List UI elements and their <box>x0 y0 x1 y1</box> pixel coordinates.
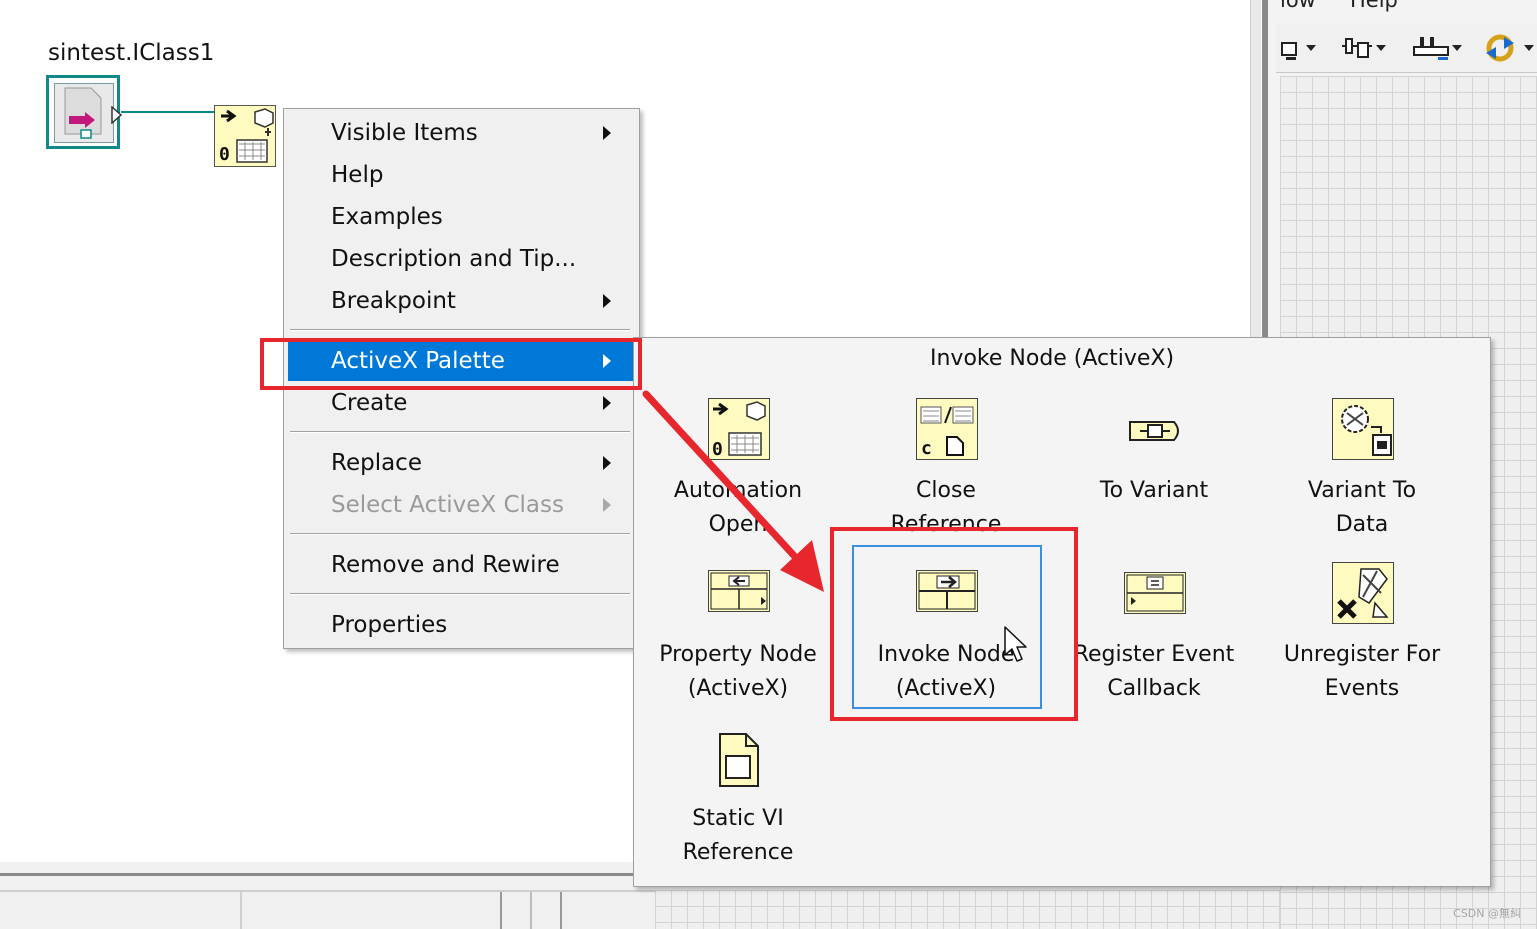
annotation-highlight-invoke-node <box>830 527 1078 721</box>
to-variant-palette-icon[interactable] <box>1128 418 1184 448</box>
submenu-arrow-icon <box>603 498 611 512</box>
menu-item-label: Help <box>331 162 384 188</box>
menu-item-help[interactable]: Help <box>288 155 633 195</box>
resize-objects-icon <box>1413 37 1462 60</box>
menu-item-label: Breakpoint <box>331 288 456 314</box>
palette-item-unregister-for-events[interactable]: Unregister For Events <box>1262 638 1462 706</box>
automation-open-node[interactable]: 0 <box>214 105 276 167</box>
submenu-arrow-icon <box>603 294 611 308</box>
palette-item-to-variant[interactable]: To Variant <box>1054 474 1254 508</box>
submenu-arrow-icon <box>603 456 611 470</box>
menu-separator <box>290 329 630 331</box>
scroll-divider <box>530 892 532 929</box>
menu-item-visible-items[interactable]: Visible Items <box>288 113 633 153</box>
activex-refnum-constant[interactable] <box>46 75 123 149</box>
align-objects-icon <box>1281 42 1316 60</box>
palette-item-variant-to-data[interactable]: Variant To Data <box>1262 474 1462 542</box>
register-event-callback-palette-icon[interactable] <box>1124 572 1186 614</box>
menu-help[interactable]: Help <box>1350 0 1398 12</box>
distribute-objects-icon <box>1342 38 1386 58</box>
front-panel-grid-bottom <box>655 890 1280 929</box>
distribute-objects-button[interactable] <box>1338 32 1388 64</box>
scroll-divider <box>560 892 562 929</box>
annotation-arrow-icon <box>642 390 824 592</box>
scroll-divider <box>500 892 502 929</box>
palette-item-label: To Variant <box>1099 478 1209 503</box>
submenu-arrow-icon <box>603 126 611 140</box>
window-frame-shadow <box>1262 0 1268 340</box>
front-panel-toolbar <box>1276 24 1537 73</box>
menu-item-breakpoint[interactable]: Breakpoint <box>288 281 633 321</box>
menu-item-label: Select ActiveX Class <box>331 492 564 518</box>
static-vi-reference-palette-icon[interactable] <box>718 732 760 792</box>
reorder-button[interactable] <box>1482 32 1536 64</box>
palette-item-label: Static VI Reference <box>682 806 794 865</box>
palette-item-label: Register Event Callback <box>1073 642 1235 701</box>
window-frame <box>1250 0 1261 340</box>
front-panel-menubar: low Help <box>1280 0 1537 22</box>
menu-item-description-and-tip[interactable]: Description and Tip... <box>288 239 633 279</box>
svg-text:c: c <box>921 438 932 459</box>
scroll-divider <box>240 892 242 929</box>
class-label: sintest.IClass1 <box>48 40 215 66</box>
annotation-highlight-activex-palette <box>260 338 642 390</box>
refnum-wire[interactable] <box>121 111 217 113</box>
palette-item-property-node-activex[interactable]: Property Node (ActiveX) <box>638 638 838 706</box>
menu-item-label: Examples <box>331 204 443 230</box>
menu-item-label: Replace <box>331 450 422 476</box>
reorder-icon <box>1486 34 1534 62</box>
menu-item-examples[interactable]: Examples <box>288 197 633 237</box>
refnum-icon <box>54 83 114 143</box>
palette-item-label: Variant To Data <box>1307 478 1417 537</box>
close-reference-palette-icon[interactable]: c <box>916 398 978 460</box>
palette-item-register-event-callback[interactable]: Register Event Callback <box>1054 638 1254 706</box>
palette-item-label: Property Node (ActiveX) <box>659 642 817 701</box>
mouse-pointer-icon <box>1004 626 1027 662</box>
palette-item-label: Unregister For Events <box>1283 642 1441 701</box>
menu-separator <box>290 431 630 433</box>
output-terminal-icon <box>111 106 123 124</box>
horizontal-scrollbar-track[interactable] <box>0 873 660 876</box>
menu-item-replace[interactable]: Replace <box>288 443 633 483</box>
submenu-arrow-icon <box>603 396 611 410</box>
menu-window[interactable]: low <box>1280 0 1316 12</box>
menu-item-remove-and-rewire[interactable]: Remove and Rewire <box>288 545 633 585</box>
unregister-for-events-palette-icon[interactable] <box>1332 562 1394 624</box>
automation-open-icon: 0 <box>219 108 274 165</box>
menu-separator <box>290 533 630 535</box>
menu-item-label: Properties <box>331 612 448 638</box>
menu-item-properties[interactable]: Properties <box>288 605 633 645</box>
align-objects-button[interactable] <box>1278 32 1322 64</box>
variant-to-data-palette-icon[interactable] <box>1332 398 1394 460</box>
palette-title: Invoke Node (ActiveX) <box>930 346 1175 371</box>
menu-item-select-activex-class: Select ActiveX Class <box>288 485 633 525</box>
watermark: CSDN @無糾 <box>1453 907 1521 920</box>
resize-objects-button[interactable] <box>1410 32 1464 64</box>
palette-item-static-vi-reference[interactable]: Static VI Reference <box>638 802 838 870</box>
menu-item-label: Description and Tip... <box>331 246 577 272</box>
menu-item-label: Visible Items <box>331 120 478 146</box>
menu-separator <box>290 593 630 595</box>
menu-item-label: Remove and Rewire <box>331 552 560 578</box>
svg-text:0: 0 <box>219 144 230 165</box>
